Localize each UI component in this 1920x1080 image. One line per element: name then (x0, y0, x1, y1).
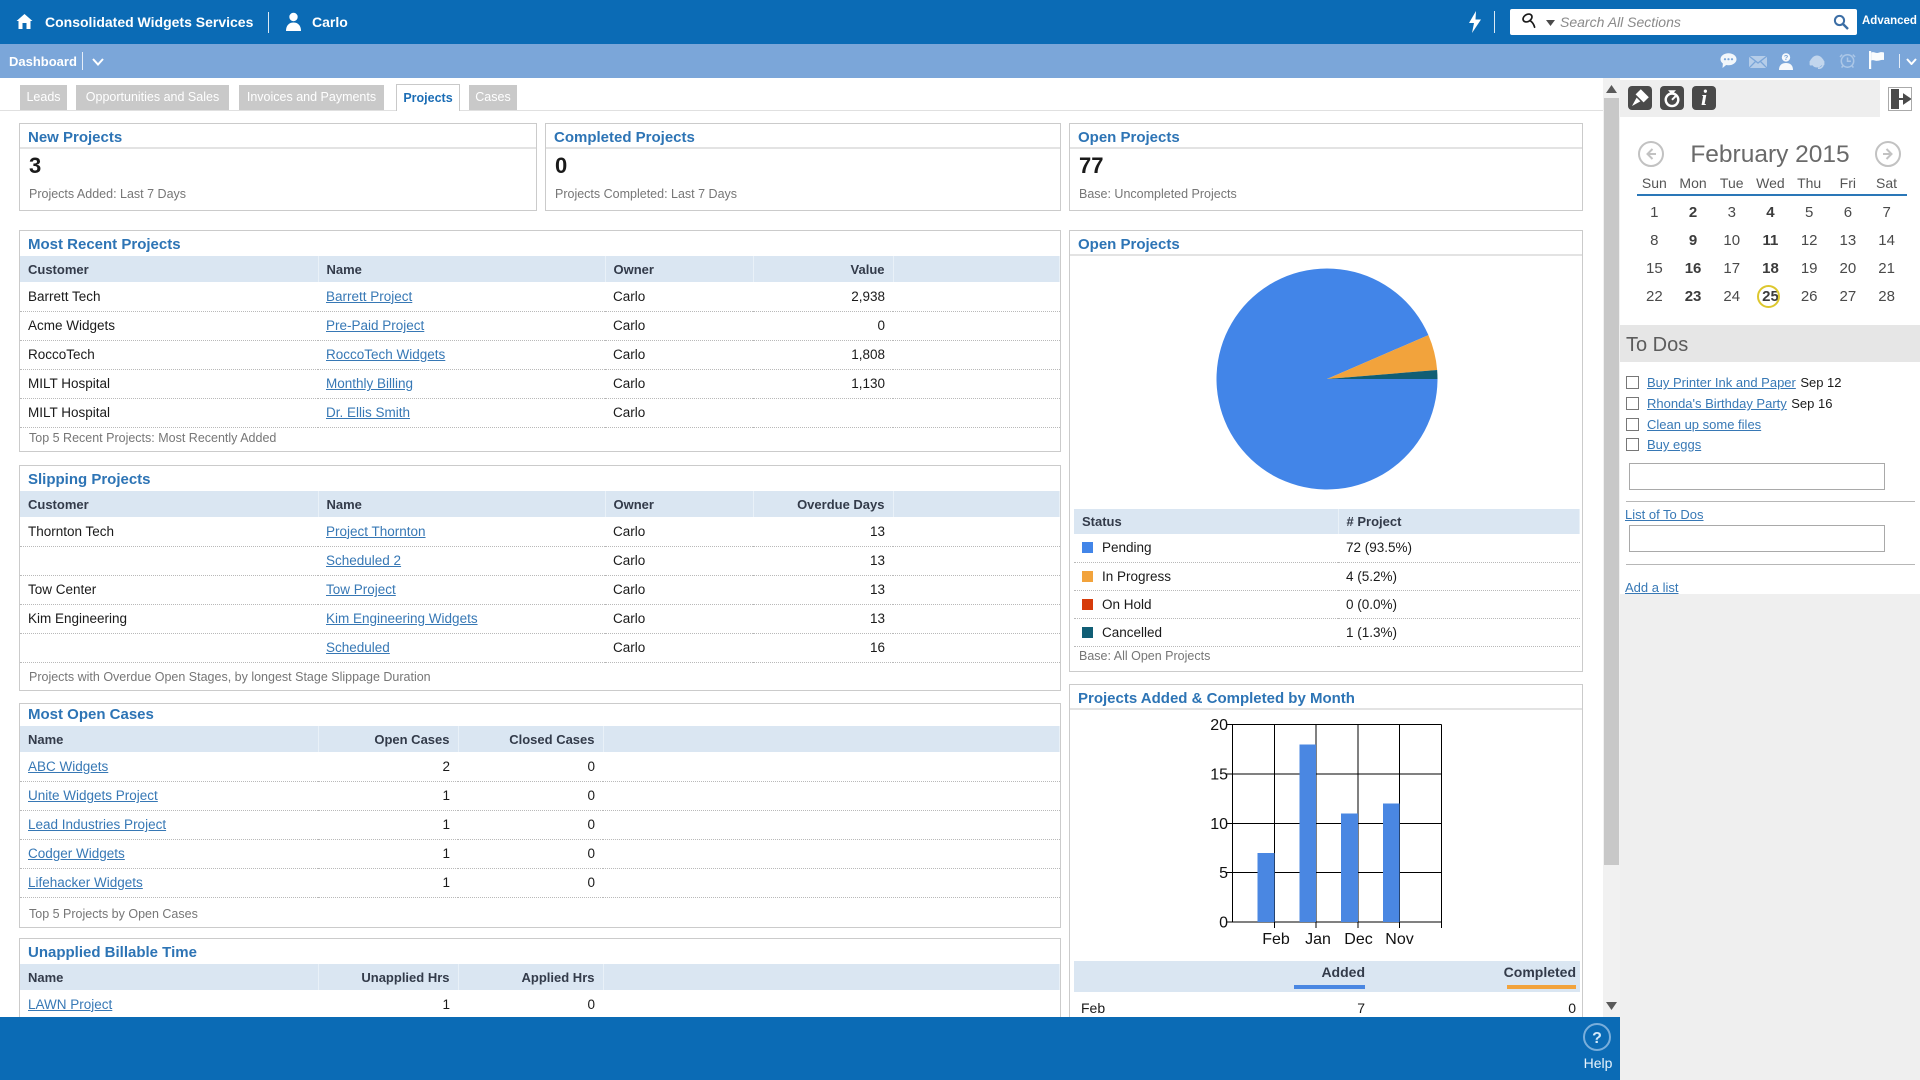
svg-text:Dec: Dec (1344, 931, 1372, 948)
svg-text:20: 20 (1210, 717, 1228, 734)
svg-text:Feb: Feb (1262, 931, 1290, 948)
svg-text:10: 10 (1210, 816, 1228, 833)
svg-text:15: 15 (1210, 766, 1228, 783)
svg-text:0: 0 (1219, 915, 1228, 932)
svg-text:?: ? (1784, 53, 1789, 62)
svg-text:Jan: Jan (1305, 931, 1331, 948)
svg-text:Nov: Nov (1385, 931, 1413, 948)
svg-text:5: 5 (1219, 865, 1228, 882)
